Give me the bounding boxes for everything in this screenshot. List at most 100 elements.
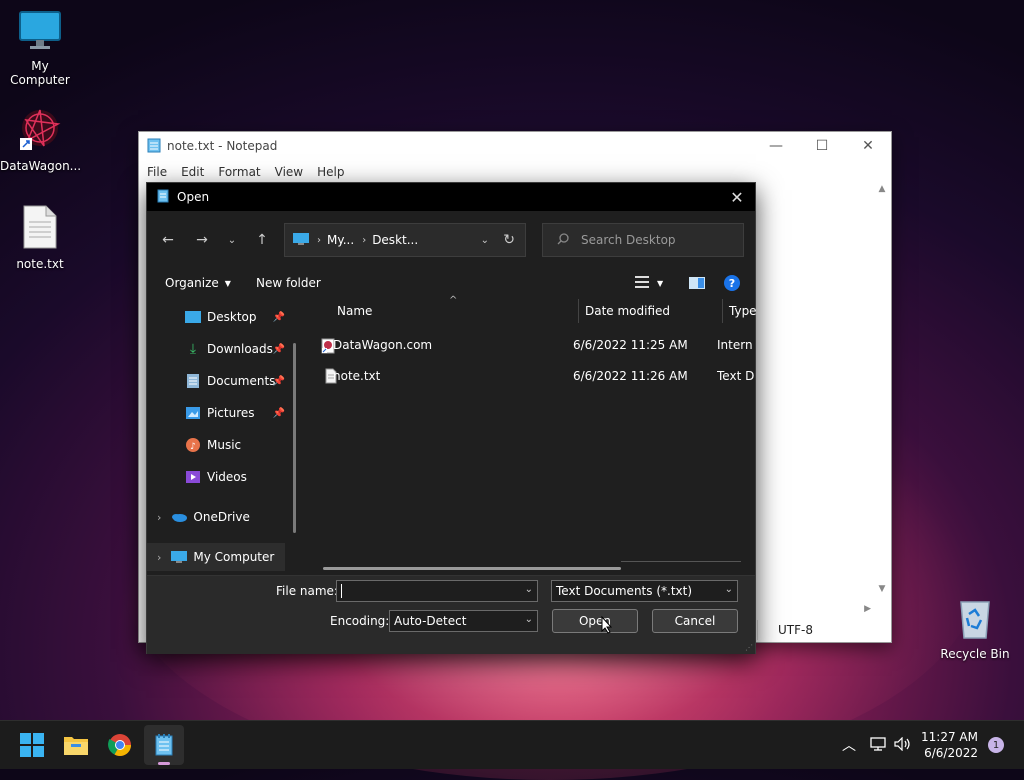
view-options-button[interactable]: ▼ [635, 275, 663, 291]
dialog-close-button[interactable]: ✕ [725, 185, 749, 209]
address-dropdown-icon[interactable]: ⌄ [481, 235, 489, 246]
desktop-icon-label: note.txt [16, 257, 64, 271]
encoding-select[interactable]: Auto-Detect ⌄ [389, 610, 538, 632]
desktop-icon-datawagon[interactable]: DataWagon... [0, 106, 82, 173]
desktop-icon-recycle-bin[interactable]: Recycle Bin [935, 596, 1015, 661]
chrome-taskbar-button[interactable] [100, 725, 140, 765]
dialog-titlebar[interactable]: Open [147, 183, 755, 211]
breadcrumb-desktop[interactable]: Deskt... [372, 233, 418, 247]
encoding-label: Encoding: [330, 614, 390, 628]
encoding-value: Auto-Detect [394, 614, 467, 628]
music-icon: ♪ [185, 437, 201, 453]
text-file-icon [0, 204, 80, 253]
file-type-select[interactable]: Text Documents (*.txt) ⌄ [551, 580, 738, 602]
chevron-up-icon[interactable]: ︿ [842, 735, 856, 755]
column-header-name[interactable]: Name [337, 297, 372, 325]
open-button[interactable]: Open [552, 609, 638, 633]
chevron-down-icon[interactable]: ⌄ [221, 229, 243, 251]
back-icon[interactable]: ← [157, 229, 179, 251]
sidebar-item-music[interactable]: ♪ Music [147, 431, 297, 459]
notepad-menubar: File Edit Format View Help [139, 160, 891, 184]
search-box[interactable]: Search Desktop [542, 223, 744, 257]
scroll-down-icon[interactable]: ▼ [875, 584, 889, 594]
minimize-button[interactable]: — [753, 132, 799, 160]
maximize-button[interactable]: ☐ [799, 132, 845, 160]
desktop-icon-label: My Computer [10, 59, 70, 87]
search-icon [557, 232, 569, 248]
menu-help[interactable]: Help [315, 165, 350, 179]
file-name-input[interactable]: ⌄ [336, 580, 538, 602]
sidebar-item-documents[interactable]: Documents 📌 [147, 367, 297, 395]
file-explorer-taskbar-button[interactable] [56, 725, 96, 765]
sidebar-item-label: Desktop [207, 310, 257, 324]
notepad-icon [157, 189, 169, 206]
preview-pane-icon[interactable] [689, 277, 705, 289]
desktop-icon-note-txt[interactable]: note.txt [0, 204, 80, 271]
column-divider[interactable] [722, 299, 723, 323]
close-button[interactable]: ✕ [845, 132, 891, 160]
search-placeholder: Search Desktop [581, 233, 676, 247]
sidebar-item-label: Pictures [207, 406, 255, 420]
breadcrumb-chevron-icon: › [362, 234, 367, 246]
system-clock[interactable]: 11:27 AM 6/6/2022 [921, 729, 978, 761]
new-folder-button[interactable]: New folder [256, 276, 321, 290]
forward-icon[interactable]: → [191, 229, 213, 251]
desktop-icon-my-computer[interactable]: My Computer [0, 10, 80, 87]
up-icon[interactable]: ↑ [251, 229, 273, 251]
dialog-title: Open [177, 190, 210, 204]
file-type-value: Text Documents (*.txt) [556, 584, 693, 598]
status-encoding: UTF-8 [757, 620, 910, 640]
cloud-icon [171, 509, 188, 525]
column-divider[interactable] [578, 299, 579, 323]
notepad-title: note.txt - Notepad [167, 139, 278, 153]
chevron-right-icon[interactable]: › [157, 551, 161, 564]
clock-date: 6/6/2022 [924, 746, 978, 760]
menu-view[interactable]: View [273, 165, 309, 179]
active-indicator [158, 762, 170, 765]
chevron-down-icon[interactable]: ⌄ [525, 584, 533, 595]
sidebar-item-onedrive[interactable]: › OneDrive [147, 503, 297, 531]
breadcrumb-my-computer[interactable]: My... [327, 233, 354, 247]
chevron-down-icon: ⌄ [524, 614, 533, 625]
sidebar-item-label: Videos [207, 470, 247, 484]
navigation-pane-scrollbar[interactable] [293, 343, 296, 533]
organize-button[interactable]: Organize ▼ [165, 276, 231, 290]
notification-badge[interactable]: 1 [988, 737, 1004, 753]
sidebar-item-videos[interactable]: Videos [147, 463, 297, 491]
sidebar-item-pictures[interactable]: Pictures 📌 [147, 399, 297, 427]
scroll-up-icon[interactable]: ▲ [875, 184, 889, 194]
desktop-icon-label: DataWagon... [0, 159, 82, 173]
chevron-right-icon[interactable]: › [157, 511, 161, 524]
scroll-right-icon[interactable]: ▶ [864, 604, 871, 614]
menu-edit[interactable]: Edit [179, 165, 210, 179]
notepad-taskbar-button[interactable] [144, 725, 184, 765]
notepad-vertical-scrollbar[interactable]: ▲ ▼ [875, 184, 889, 594]
sidebar-item-downloads[interactable]: ⤓ Downloads 📌 [147, 335, 297, 363]
chevron-down-icon: ▼ [224, 278, 231, 288]
volume-icon[interactable] [894, 736, 912, 754]
open-dialog[interactable]: Open ✕ ← → ⌄ ↑ › My... › Deskt... ⌄ ↻ Se… [146, 182, 757, 654]
notepad-icon [155, 734, 173, 756]
start-button[interactable] [12, 725, 52, 765]
navigation-pane: Desktop 📌 ⤓ Downloads 📌 Documents 📌 Pict… [147, 301, 297, 573]
file-name: DataWagon.com [333, 338, 433, 352]
breadcrumb-chevron-icon: › [317, 234, 321, 246]
address-bar[interactable]: › My... › Deskt... ⌄ ↻ [284, 223, 526, 257]
cancel-button[interactable]: Cancel [652, 609, 738, 633]
menu-file[interactable]: File [145, 165, 173, 179]
monitor-icon [171, 549, 188, 565]
help-icon[interactable]: ? [724, 275, 740, 291]
menu-format[interactable]: Format [216, 165, 266, 179]
column-header-date[interactable]: Date modified [585, 297, 670, 325]
network-icon[interactable] [870, 736, 886, 754]
file-row[interactable]: note.txt 6/6/2022 11:26 AM Text D [321, 362, 755, 390]
file-row[interactable]: DataWagon.com 6/6/2022 11:25 AM Intern [321, 331, 755, 359]
sidebar-item-my-computer[interactable]: › My Computer [147, 543, 285, 571]
file-list-horizontal-scrollbar[interactable] [323, 567, 621, 570]
refresh-icon[interactable]: ↻ [503, 232, 515, 248]
column-header-type[interactable]: Type [729, 297, 757, 325]
sidebar-item-label: Documents [207, 374, 276, 388]
resize-grip-icon[interactable]: ⋰ [745, 643, 753, 652]
sidebar-item-desktop[interactable]: Desktop 📌 [147, 303, 297, 331]
sidebar-item-label: OneDrive [193, 510, 250, 524]
